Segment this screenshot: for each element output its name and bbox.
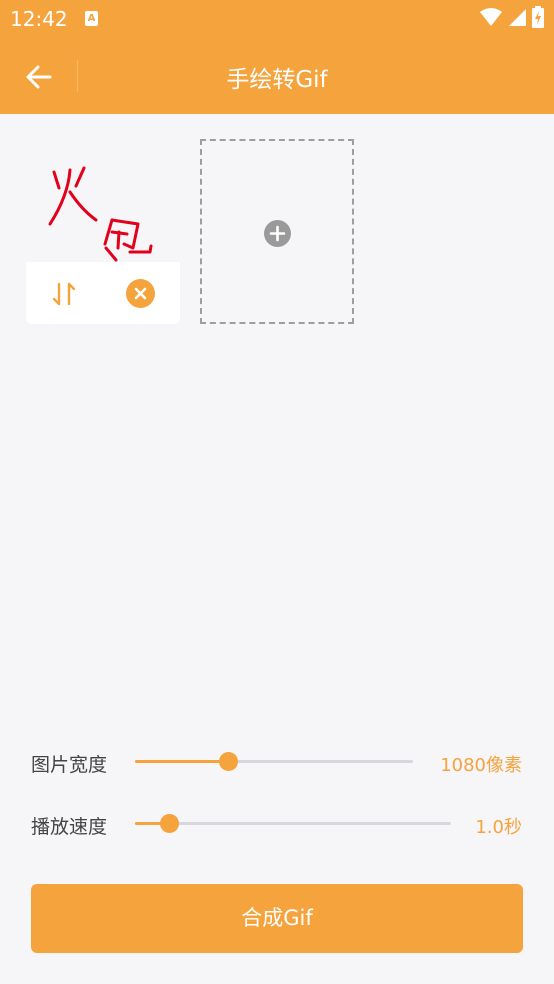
speed-value: 1.0秒 [475,817,522,838]
width-setting: 图片宽度 1080像素 [0,741,554,781]
width-slider[interactable] [135,752,413,771]
frame-controls [26,262,180,324]
system-icons [480,6,544,28]
status-time: 12:42 [10,7,68,31]
width-slider-knob[interactable] [219,752,238,771]
wifi-icon [480,8,502,26]
app-bar: 手绘转Gif [0,38,554,114]
width-value: 1080像素 [440,755,522,776]
add-frame-button[interactable] [200,139,354,324]
page-title: 手绘转Gif [226,67,328,93]
frame-drawing [48,166,153,262]
remove-icon[interactable] [126,279,155,308]
speed-slider-knob[interactable] [160,814,179,833]
plus-circle-icon [264,220,291,247]
width-label: 图片宽度 [31,754,108,776]
signal-icon [509,9,526,26]
swap-icon[interactable] [50,280,78,308]
frame-thumbnail[interactable] [26,140,180,324]
speed-setting: 播放速度 1.0秒 [0,803,554,843]
speed-label: 播放速度 [31,816,108,838]
notification-badge: A [85,11,98,26]
width-slider-fill [135,760,229,763]
status-bar: 12:42 A [0,0,554,38]
battery-charging-icon [532,6,544,28]
speed-slider[interactable] [135,814,451,833]
compose-gif-button[interactable]: 合成Gif [31,884,523,953]
